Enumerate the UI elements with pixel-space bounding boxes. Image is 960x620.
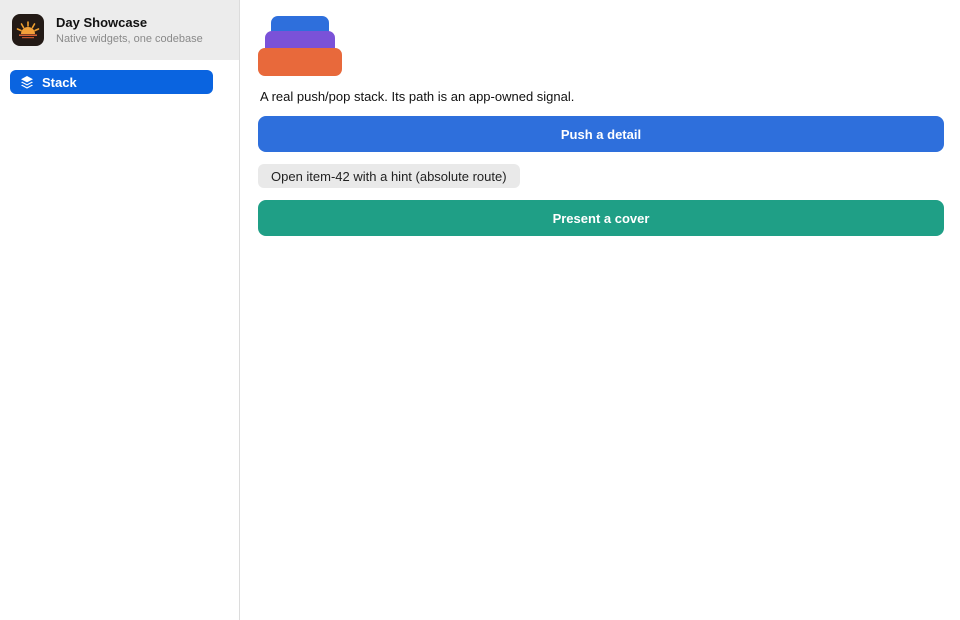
- sidebar-item-stack[interactable]: Stack: [10, 70, 213, 94]
- push-detail-button[interactable]: Push a detail: [258, 116, 944, 152]
- sidebar-header: Day Showcase Native widgets, one codebas…: [0, 0, 239, 60]
- app-branding: Day Showcase Native widgets, one codebas…: [56, 15, 203, 46]
- app-title: Day Showcase: [56, 14, 148, 30]
- app-window: Day Showcase Native widgets, one codebas…: [0, 0, 960, 620]
- present-cover-button[interactable]: Present a cover: [258, 200, 944, 236]
- open-item-button[interactable]: Open item-42 with a hint (absolute route…: [258, 164, 520, 188]
- sunrise-icon: [12, 14, 44, 46]
- stack-layers-icon: [258, 16, 342, 76]
- stack-description: A real push/pop stack. Its path is an ap…: [260, 89, 575, 104]
- stack-layer-bottom: [258, 48, 342, 76]
- sidebar: Day Showcase Native widgets, one codebas…: [0, 0, 240, 620]
- app-subtitle: Native widgets, one codebase: [56, 32, 203, 45]
- layers-icon: [20, 75, 34, 89]
- sidebar-item-label: Stack: [42, 74, 77, 90]
